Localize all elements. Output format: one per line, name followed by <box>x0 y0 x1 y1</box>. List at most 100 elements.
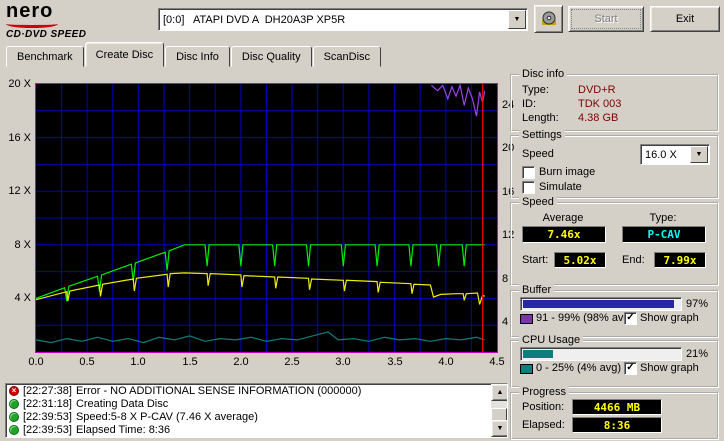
left-axis-tick: 12 X <box>0 185 31 197</box>
logo-brand: nero <box>6 2 86 20</box>
settings-group: Settings Speed 16.0 X ▼ Burn image Simul… <box>510 135 719 199</box>
disc-info-group: Disc info Type: DVD+R ID: TDK 003 Length… <box>510 74 719 132</box>
cpu-title: CPU Usage <box>519 334 583 346</box>
tab-scandisc[interactable]: ScanDisc <box>313 46 381 67</box>
exit-button[interactable]: Exit <box>650 6 720 32</box>
x-axis-tick: 2.0 <box>227 356 255 368</box>
log-time: [22:39:53] <box>23 411 72 423</box>
disc-icon <box>9 425 19 435</box>
position-label: Position: <box>522 401 564 413</box>
speed-type-label: Type: <box>622 212 704 224</box>
disc-type-value: DVD+R <box>578 84 616 96</box>
log-time: [22:27:38] <box>23 385 72 397</box>
x-axis-tick: 1.0 <box>124 356 152 368</box>
device-select-arrow[interactable]: ▼ <box>508 10 526 29</box>
buffer-meter <box>520 297 682 311</box>
buffer-percent: 97% <box>686 298 708 310</box>
log-text: Speed:5-8 X P-CAV (7.46 X average) <box>76 411 258 423</box>
log-entry[interactable]: [22:31:18] Creating Data Disc <box>6 397 507 410</box>
tab-create-disc[interactable]: Create Disc <box>85 42 164 67</box>
x-axis-tick: 0.0 <box>22 356 50 368</box>
start-button[interactable]: Start <box>568 6 644 32</box>
simulate-checkbox[interactable] <box>522 181 535 194</box>
app-window: nero CD·DVD SPEED [0:0] ATAPI DVD A DH20… <box>0 0 724 441</box>
log-text: Elapsed Time: 8:36 <box>76 424 170 436</box>
scroll-up-button[interactable]: ▲ <box>491 384 508 401</box>
log-time: [22:39:53] <box>23 424 72 436</box>
disc-icon <box>9 412 19 422</box>
x-axis-tick: 4.0 <box>432 356 460 368</box>
buffer-swatch <box>520 314 533 324</box>
buffer-show-graph-checkbox[interactable]: ✓ <box>624 312 637 325</box>
tab-benchmark[interactable]: Benchmark <box>6 46 84 67</box>
cpu-meter <box>520 347 682 361</box>
buffer-group: Buffer 97% 91 - 99% (98% avg) ✓ Show gra… <box>510 290 719 338</box>
speed-setting-label: Speed <box>522 148 554 160</box>
speed-chart <box>35 83 498 353</box>
buffer-range: 91 - 99% (98% avg) <box>536 312 633 324</box>
tab-bar: Benchmark Create Disc Disc Info Disc Qua… <box>6 44 382 67</box>
disc-tray-button[interactable] <box>534 5 563 33</box>
speed-select[interactable]: 16.0 X ▼ <box>640 144 710 165</box>
log-text: Creating Data Disc <box>76 398 168 410</box>
buffer-bar-fill <box>523 300 674 308</box>
x-axis-tick: 0.5 <box>73 356 101 368</box>
cpu-show-graph-label: Show graph <box>640 362 699 374</box>
log-scrollbar[interactable]: ▲ ▼ <box>491 384 507 437</box>
start-label: Start: <box>522 254 548 266</box>
disc-type-label: Type: <box>522 84 549 96</box>
x-axis-tick: 1.5 <box>176 356 204 368</box>
status-log: × [22:27:38] Error - NO ADDITIONAL SENSE… <box>5 383 508 438</box>
end-label: End: <box>622 254 645 266</box>
burn-image-label: Burn image <box>539 166 595 178</box>
cpu-percent: 21% <box>686 348 708 360</box>
start-value-lcd: 5.02x <box>554 252 606 268</box>
elapsed-label: Elapsed: <box>522 419 565 431</box>
x-axis-tick: 3.0 <box>329 356 357 368</box>
cpu-group: CPU Usage 21% 0 - 25% (4% avg) ✓ Show gr… <box>510 340 719 388</box>
end-value-lcd: 7.99x <box>654 252 706 268</box>
progress-group: Progress Position: 4466 MB Elapsed: 8:36 <box>510 392 719 440</box>
speed-title: Speed <box>519 196 557 208</box>
series-buffer-level <box>431 85 484 116</box>
elapsed-value-lcd: 8:36 <box>572 417 662 433</box>
series-write-speed <box>36 245 485 301</box>
scroll-down-button[interactable]: ▼ <box>491 420 508 437</box>
burn-image-checkbox[interactable] <box>522 166 535 179</box>
log-time: [22:31:18] <box>23 398 72 410</box>
log-entry[interactable]: × [22:27:38] Error - NO ADDITIONAL SENSE… <box>6 384 507 397</box>
average-label: Average <box>522 212 604 224</box>
disc-icon <box>9 399 19 409</box>
cpu-swatch <box>520 364 533 374</box>
chart-canvas <box>36 84 497 352</box>
cpu-bar-fill <box>523 350 553 358</box>
buffer-show-graph-label: Show graph <box>640 312 699 324</box>
disc-id-label: ID: <box>522 98 536 110</box>
logo-product: CD·DVD SPEED <box>6 29 86 40</box>
log-text: Error - NO ADDITIONAL SENSE INFORMATION … <box>76 385 361 397</box>
device-select-value: [0:0] ATAPI DVD A DH20A3P XP5R <box>159 14 507 26</box>
disc-hand-icon <box>540 10 558 28</box>
disc-id-value: TDK 003 <box>578 98 621 110</box>
simulate-label: Simulate <box>539 181 582 193</box>
left-axis-tick: 8 X <box>0 239 31 251</box>
device-select[interactable]: [0:0] ATAPI DVD A DH20A3P XP5R ▼ <box>158 8 528 31</box>
left-axis-tick: 20 X <box>0 78 31 90</box>
disc-length-label: Length: <box>522 112 559 124</box>
buffer-title: Buffer <box>519 284 554 296</box>
tab-disc-info[interactable]: Disc Info <box>165 46 230 67</box>
type-value-lcd: P-CAV <box>622 226 706 243</box>
speed-group: Speed Average Type: 7.46x P-CAV Start: 5… <box>510 202 719 286</box>
cpu-range: 0 - 25% (4% avg) <box>536 362 621 374</box>
log-entry[interactable]: [22:39:53] Elapsed Time: 8:36 <box>6 423 507 436</box>
log-entry[interactable]: [22:39:53] Speed:5-8 X P-CAV (7.46 X ave… <box>6 410 507 423</box>
progress-title: Progress <box>519 386 569 398</box>
tab-disc-quality[interactable]: Disc Quality <box>231 46 312 67</box>
cpu-show-graph-checkbox[interactable]: ✓ <box>624 362 637 375</box>
speed-select-arrow[interactable]: ▼ <box>690 146 708 163</box>
position-value-lcd: 4466 MB <box>572 399 662 415</box>
x-axis-tick: 3.5 <box>381 356 409 368</box>
settings-title: Settings <box>519 129 565 141</box>
disc-info-title: Disc info <box>519 68 567 80</box>
series-average-speed <box>36 273 485 305</box>
